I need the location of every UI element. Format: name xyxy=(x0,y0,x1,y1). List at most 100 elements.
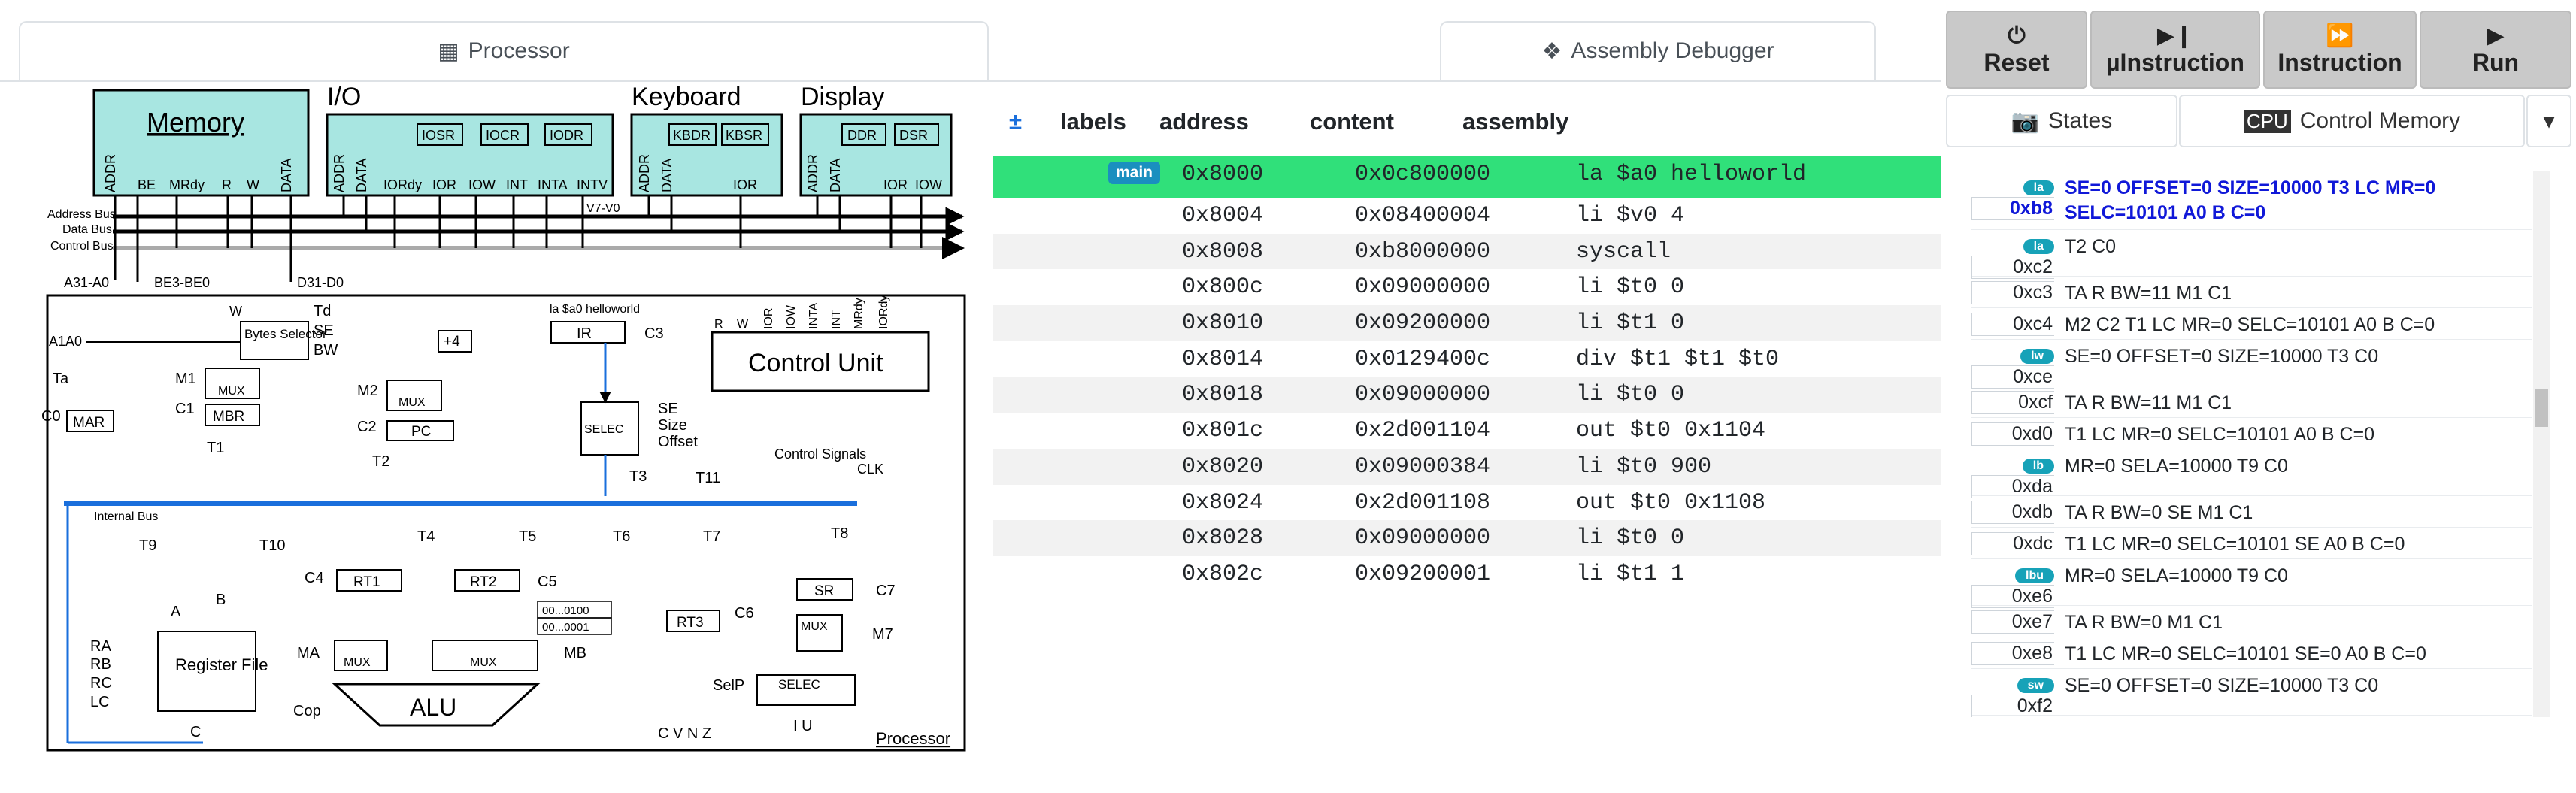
microcode-row[interactable]: la 0xc2 T2 C0 xyxy=(1971,230,2532,279)
microcode-row[interactable]: la 0xb8 SE=0 OFFSET=0 SIZE=10000 T3 LC MR=… xyxy=(1971,171,2532,230)
svg-text:IOW: IOW xyxy=(915,177,942,192)
asm-content: 0x2d001108 xyxy=(1355,489,1491,516)
tab-processor-label: Processor xyxy=(468,38,570,63)
asm-row[interactable]: 0x8024 0x2d001108 out $t0 0x1108 xyxy=(993,485,1941,521)
svg-text:MAR: MAR xyxy=(73,415,105,431)
microcode-row[interactable]: lb 0xda MR=0 SELA=10000 T9 C0 xyxy=(1971,449,2532,498)
asm-instruction: div $t1 $t1 $t0 xyxy=(1576,346,1780,372)
svg-text:MUX: MUX xyxy=(801,620,828,633)
svg-text:T1: T1 xyxy=(207,440,224,456)
svg-text:C5: C5 xyxy=(538,574,557,590)
microcode-row[interactable]: 0xe7 TA R BW=0 M1 C1 xyxy=(1971,606,2532,637)
svg-text:D31-D0: D31-D0 xyxy=(297,275,344,290)
asm-instruction: li $t1 1 xyxy=(1576,561,1685,587)
microinstruction-text: SE=0 OFFSET=0 SIZE=10000 T3 C0 xyxy=(2065,346,2379,367)
svg-text:T2: T2 xyxy=(372,453,389,470)
microcode-row[interactable]: 0xdc T1 LC MR=0 SELC=10101 SE A0 B C=0 xyxy=(1971,528,2532,559)
svg-text:DATA: DATA xyxy=(659,159,674,192)
svg-text:IOSR: IOSR xyxy=(422,128,455,143)
processor-diagram: Memory I/O IOSR IOCR IODR Keyboard KBDR … xyxy=(41,83,966,752)
microinstruction-text: T1 LC MR=0 SELC=10101 SE=0 A0 B C=0 xyxy=(2065,643,2426,664)
reset-button[interactable]: ⏻ Reset xyxy=(1946,11,2087,89)
svg-text:Td: Td xyxy=(314,303,331,319)
svg-text:T3: T3 xyxy=(629,468,647,485)
asm-row[interactable]: 0x8004 0x08400004 li $v0 4 xyxy=(993,198,1941,234)
microaddress: 0xd0 xyxy=(1971,422,2054,446)
asm-address: 0x8014 xyxy=(1182,346,1264,372)
svg-text:RT1: RT1 xyxy=(353,574,380,590)
svg-text:Offset: Offset xyxy=(658,434,698,450)
svg-text:INTV: INTV xyxy=(577,177,608,192)
svg-text:C V N Z: C V N Z xyxy=(658,725,711,742)
asm-row[interactable]: 0x801c 0x2d001104 out $t0 0x1104 xyxy=(993,413,1941,449)
microinstruction-text: TA R BW=0 SE M1 C1 xyxy=(2065,502,2253,523)
svg-text:A1A0: A1A0 xyxy=(49,334,82,349)
microcode-row[interactable]: 0xc4 M2 C2 T1 LC MR=0 SELC=10101 A0 B C=0 xyxy=(1971,308,2532,340)
microaddress: 0xb8 xyxy=(1971,197,2054,220)
svg-text:DDR: DDR xyxy=(847,128,877,143)
microaddress: 0xe8 xyxy=(1971,642,2054,665)
svg-text:A31-A0: A31-A0 xyxy=(64,275,109,290)
asm-content: 0x0129400c xyxy=(1355,346,1491,372)
microaddress: 0xdc xyxy=(1971,532,2054,555)
svg-text:IR: IR xyxy=(577,325,592,342)
tab-processor[interactable]: ▦ Processor xyxy=(19,21,989,80)
microaddress: 0xdb xyxy=(1971,501,2054,524)
asm-instruction: li $t0 0 xyxy=(1576,382,1685,408)
svg-text:C2: C2 xyxy=(357,419,377,435)
microcode-row[interactable]: 0xcf TA R BW=11 M1 C1 xyxy=(1971,386,2532,418)
microaddress: 0xce xyxy=(1971,365,2054,389)
svg-text:INT: INT xyxy=(506,177,528,192)
asm-row[interactable]: 0x8010 0x09200000 li $t1 0 xyxy=(993,305,1941,341)
svg-text:SELEC: SELEC xyxy=(584,423,623,436)
microcode-row[interactable]: lbu 0xe6 MR=0 SELA=10000 T9 C0 xyxy=(1971,559,2532,608)
microinstruction-text: SE=0 OFFSET=0 SIZE=10000 T3 C0 xyxy=(2065,675,2379,696)
svg-text:R: R xyxy=(714,318,723,331)
toggle-labels-button[interactable]: ± xyxy=(1009,108,1022,135)
svg-text:C1: C1 xyxy=(175,401,195,417)
control-memory-list[interactable]: la 0xb8 SE=0 OFFSET=0 SIZE=10000 T3 LC MR=… xyxy=(1971,171,2532,717)
asm-address: 0x800c xyxy=(1182,274,1264,301)
label-badge: main xyxy=(1108,162,1161,184)
instruction-button[interactable]: ⏩ Instruction xyxy=(2263,11,2417,89)
microaddress: 0xc3 xyxy=(1971,281,2054,304)
microcode-row[interactable]: 0xdb TA R BW=0 SE M1 C1 xyxy=(1971,496,2532,528)
svg-text:INT: INT xyxy=(830,310,843,329)
asm-row[interactable]: main 0x8000 0x0c800000 la $a0 helloworld xyxy=(993,156,1941,198)
asm-address: 0x8004 xyxy=(1182,203,1264,229)
microcode-row[interactable]: sw 0xf2 SE=0 OFFSET=0 SIZE=10000 T3 C0 xyxy=(1971,669,2532,717)
microcode-row[interactable]: 0xe8 T1 LC MR=0 SELC=10101 SE=0 A0 B C=0 xyxy=(1971,637,2532,669)
microcode-row[interactable]: 0xd0 T1 LC MR=0 SELC=10101 A0 B C=0 xyxy=(1971,418,2532,449)
asm-row[interactable]: 0x8028 0x09000000 li $t0 0 xyxy=(993,520,1941,556)
asm-row[interactable]: 0x8008 0xb8000000 syscall xyxy=(993,233,1941,270)
svg-text:MB: MB xyxy=(564,645,586,661)
view-dropdown-toggle[interactable]: ▾ xyxy=(2526,95,2571,147)
states-button[interactable]: 📷 States xyxy=(1946,95,2177,147)
microcode-row[interactable]: lw 0xce SE=0 OFFSET=0 SIZE=10000 T3 C0 xyxy=(1971,340,2532,389)
svg-text:00...0001: 00...0001 xyxy=(542,621,589,634)
asm-row[interactable]: 0x800c 0x09000000 li $t0 0 xyxy=(993,269,1941,305)
asm-row[interactable]: 0x8014 0x0129400c div $t1 $t1 $t0 xyxy=(993,341,1941,377)
svg-text:MUX: MUX xyxy=(470,656,497,669)
svg-text:RB: RB xyxy=(90,656,111,673)
svg-text:IODR: IODR xyxy=(550,128,583,143)
run-button[interactable]: ▶ Run xyxy=(2420,11,2571,89)
asm-address: 0x8010 xyxy=(1182,310,1264,337)
asm-instruction: li $t0 900 xyxy=(1576,453,1712,480)
svg-text:RA: RA xyxy=(90,638,111,655)
tab-assembly-debugger[interactable]: ❖ Assembly Debugger xyxy=(1440,21,1876,80)
control-memory-scrollbar[interactable] xyxy=(2533,171,2550,717)
control-memory-button[interactable]: CPU Control Memory xyxy=(2179,95,2525,147)
asm-content: 0x09000000 xyxy=(1355,274,1491,301)
svg-text:IOR: IOR xyxy=(883,177,908,192)
svg-text:ADDR: ADDR xyxy=(637,154,652,192)
asm-row[interactable]: 0x8018 0x09000000 li $t0 0 xyxy=(993,377,1941,413)
asm-row[interactable]: 0x8020 0x09000384 li $t0 900 xyxy=(993,448,1941,485)
asm-row[interactable]: 0x802c 0x09200001 li $t1 1 xyxy=(993,556,1941,592)
microinstruction-button[interactable]: ▶❙ µInstruction xyxy=(2090,11,2260,89)
microinstruction-text: SE=0 OFFSET=0 SIZE=10000 T3 LC MR=0 SELC… xyxy=(2065,177,2436,223)
instruction-tag: la xyxy=(2023,239,2054,254)
col-assembly: assembly xyxy=(1462,108,1569,135)
microcode-row[interactable]: 0xc3 TA R BW=11 M1 C1 xyxy=(1971,277,2532,308)
svg-text:IORdy: IORdy xyxy=(383,177,422,192)
